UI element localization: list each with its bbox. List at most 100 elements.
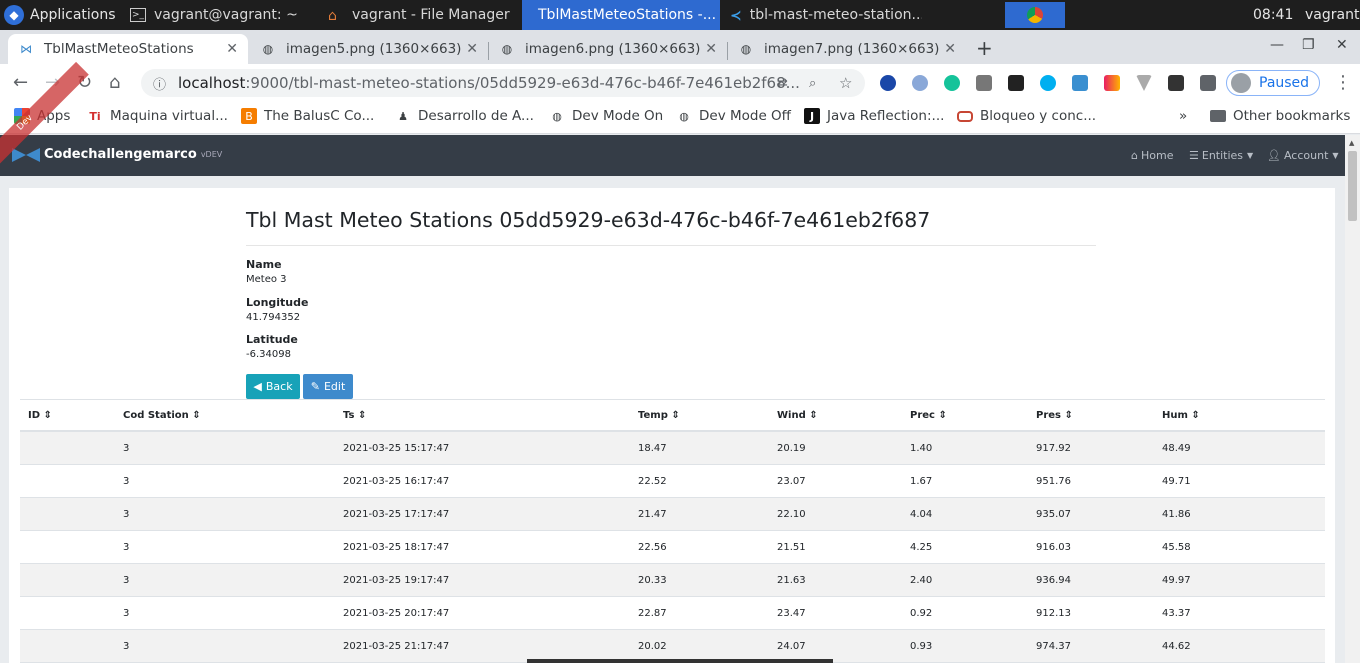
taskbar-item-chrome[interactable]: TblMastMeteoStations -...	[522, 0, 720, 30]
cell-temp: 20.02	[638, 641, 667, 652]
bookmark-label: Maquina virtual...	[110, 108, 228, 124]
cloud-icon[interactable]	[1072, 75, 1088, 91]
app-brand[interactable]: Codechallengemarco vDEV	[12, 147, 222, 162]
nav-home[interactable]: ⌂ Home	[1131, 149, 1173, 162]
table-row: 3 2021-03-25 19:17:47 20.33 21.63 2.40 936.94…	[20, 564, 1325, 597]
taskbar-item-label: vagrant - File Manager	[352, 7, 510, 23]
translate-icon[interactable]: ⇄	[777, 76, 788, 91]
extension-play-icon[interactable]	[880, 75, 896, 91]
nav-entities-dropdown[interactable]: ☰ Entities ▼	[1189, 149, 1253, 162]
tab-imagen7[interactable]: ◍ imagen7.png (1360×663) ✕	[728, 34, 966, 64]
cell-temp: 22.56	[638, 542, 667, 553]
bookmark-desarrollo[interactable]: ♟ Desarrollo de A...	[395, 108, 534, 124]
home-icon[interactable]: ⌂	[109, 72, 120, 93]
horizontal-scroll-indicator[interactable]	[527, 659, 833, 663]
other-bookmarks[interactable]: Other bookmarks	[1210, 108, 1350, 124]
nav-account-label: Account	[1283, 149, 1329, 162]
sort-icon: ⇕	[357, 410, 367, 421]
grammarly-icon[interactable]	[944, 75, 960, 91]
scroll-up-icon[interactable]: ▲	[1349, 139, 1354, 147]
tab-imagen6[interactable]: ◍ imagen6.png (1360×663) ✕	[489, 34, 727, 64]
bookmark-label: The BalusC Co...	[264, 108, 375, 124]
cell-pres: 974.37	[1036, 641, 1071, 652]
profile-paused-button[interactable]: Paused	[1226, 70, 1320, 96]
close-window-icon[interactable]: ✕	[1336, 37, 1348, 53]
column-header-hum[interactable]: Hum ⇕	[1162, 410, 1200, 421]
globe-icon: ◍	[679, 109, 689, 123]
minimize-icon[interactable]: —	[1270, 37, 1284, 53]
workspace-chrome-tile[interactable]	[1005, 2, 1065, 28]
globe-icon: ◍	[740, 42, 752, 56]
cell-wind: 24.07	[777, 641, 806, 652]
column-header-temp[interactable]: Temp ⇕	[638, 410, 680, 421]
bookmark-star-icon[interactable]: ☆	[839, 74, 852, 92]
user-menu[interactable]: vagrant	[1305, 0, 1359, 30]
taskbar-item-file-manager[interactable]: ⌂ vagrant - File Manager	[320, 0, 520, 30]
back-button[interactable]: ◀ Back	[246, 374, 300, 399]
zoom-icon[interactable]: ⌕	[809, 76, 816, 91]
tab-label: imagen5.png (1360×663)	[286, 41, 462, 57]
cell-prec: 0.93	[910, 641, 933, 652]
column-header-cod-station[interactable]: Cod Station ⇕	[123, 410, 201, 421]
cell-prec: 1.40	[910, 443, 933, 454]
column-header-pres[interactable]: Pres ⇕	[1036, 410, 1073, 421]
column-header-wind[interactable]: Wind ⇕	[777, 410, 818, 421]
bookmark-balusc[interactable]: B The BalusC Co...	[241, 108, 374, 124]
cell-cod-station: 3	[123, 443, 130, 454]
close-tab-icon[interactable]: ✕	[944, 41, 956, 57]
table-row: 3 2021-03-25 16:17:47 22.52 23.07 1.67 951.76…	[20, 465, 1325, 498]
bookmark-maquina-virtual[interactable]: Ti Maquina virtual...	[87, 108, 228, 124]
taskbar-item-terminal[interactable]: >_ vagrant@vagrant: ~	[122, 0, 316, 30]
terminal-icon: >_	[130, 8, 146, 22]
cell-hum: 48.49	[1162, 443, 1191, 454]
brand-version: vDEV	[200, 150, 223, 159]
cell-prec: 4.25	[910, 542, 933, 553]
clock[interactable]: 08:41	[1253, 0, 1293, 30]
skype-icon[interactable]	[1040, 75, 1056, 91]
tab-tblmastmeteostations[interactable]: ⋈ TblMastMeteoStations ✕	[8, 34, 248, 64]
speaker-icon[interactable]	[1008, 75, 1024, 91]
chrome-icon	[1027, 7, 1043, 23]
taskbar-item-vscode[interactable]: ≺ tbl-mast-meteo-station...	[722, 0, 922, 30]
close-tab-icon[interactable]: ✕	[226, 41, 238, 57]
bookmark-dev-mode-on[interactable]: ◍ Dev Mode On	[549, 108, 663, 124]
bookmark-java-reflection[interactable]: J Java Reflection:...	[804, 108, 944, 124]
extensions-puzzle-icon[interactable]	[1200, 75, 1216, 91]
nav-account-dropdown[interactable]: 👤︎ Account ▼	[1267, 149, 1339, 162]
taskbar-item-label: tbl-mast-meteo-station...	[749, 7, 922, 23]
chrome-menu-icon[interactable]: ⋮	[1334, 72, 1352, 93]
xfce-logo-icon: ◆	[4, 5, 24, 25]
bookmark-bloqueo[interactable]: Bloqueo y conc...	[957, 108, 1096, 124]
close-tab-icon[interactable]: ✕	[705, 41, 717, 57]
address-bar[interactable]: ⓘ localhost :9000/tbl-mast-meteo-station…	[141, 69, 865, 97]
table-row: 3 2021-03-25 20:17:47 22.87 23.47 0.92 912.13…	[20, 597, 1325, 630]
bookmark-label: Desarrollo de A...	[418, 108, 534, 124]
close-tab-icon[interactable]: ✕	[466, 41, 478, 57]
site-info-icon[interactable]: ⓘ	[153, 74, 166, 93]
applications-menu[interactable]: ◆ Applications	[0, 0, 124, 30]
column-header-prec[interactable]: Prec ⇕	[910, 410, 947, 421]
extension-v-icon[interactable]	[1136, 75, 1152, 91]
page-title: Tbl Mast Meteo Stations 05dd5929-e63d-47…	[246, 208, 931, 232]
new-tab-button[interactable]: +	[976, 36, 993, 60]
column-header-id[interactable]: ID ⇕	[28, 410, 52, 421]
brand-logo-icon	[12, 147, 40, 162]
edit-button[interactable]: ✎ Edit	[303, 374, 353, 399]
column-header-ts[interactable]: Ts ⇕	[343, 410, 366, 421]
back-arrow-icon[interactable]: ←	[13, 72, 28, 93]
extension-cube-icon[interactable]	[976, 75, 992, 91]
maximize-icon[interactable]: ❐	[1302, 37, 1315, 53]
extension-w-icon[interactable]	[1104, 75, 1120, 91]
cell-wind: 23.07	[777, 476, 806, 487]
reader-icon[interactable]	[1168, 75, 1184, 91]
extension-circle-icon[interactable]	[912, 75, 928, 91]
bookmarks-overflow-button[interactable]: »	[1179, 108, 1187, 124]
url-host: localhost	[178, 74, 246, 92]
cell-temp: 22.87	[638, 608, 667, 619]
scrollbar-thumb[interactable]	[1348, 151, 1357, 221]
bookmark-dev-mode-off[interactable]: ◍ Dev Mode Off	[676, 108, 791, 124]
page-scrollbar[interactable]: ▲	[1345, 135, 1360, 663]
tab-imagen5[interactable]: ◍ imagen5.png (1360×663) ✕	[250, 34, 488, 64]
cell-pres: 936.94	[1036, 575, 1071, 586]
bookmark-favicon-icon: Ti	[89, 109, 101, 123]
